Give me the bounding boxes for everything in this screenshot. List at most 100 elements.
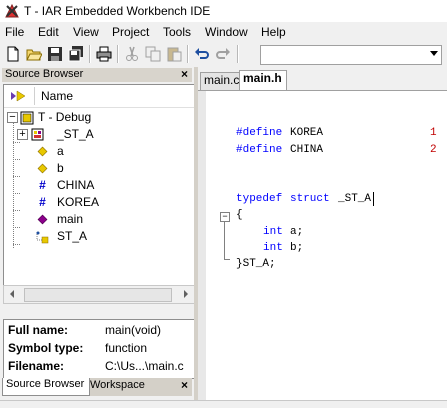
text-cursor [373, 192, 374, 206]
code-editor[interactable]: #define KOREA 1 #define CHINA 2 typedef … [198, 90, 447, 401]
source-browser-tree: Name − T - Debug + _ST_A a b # CHINA # K… [3, 84, 195, 286]
tree-item-variable-b[interactable]: b [4, 160, 194, 177]
new-file-icon[interactable] [5, 46, 21, 62]
full-name-value: main(void) [105, 323, 162, 337]
close-icon[interactable]: × [181, 67, 188, 81]
tree-item-label: CHINA [57, 178, 95, 192]
macro-hash-icon: # [39, 178, 46, 192]
variable-diamond-icon [37, 163, 48, 174]
menu-tools[interactable]: Tools [163, 25, 191, 39]
tree-item-macro-korea[interactable]: # KOREA [4, 194, 194, 211]
iar-app-icon [5, 3, 19, 18]
chevron-down-icon[interactable] [430, 51, 438, 56]
symbol-type-value: function [105, 341, 148, 355]
tree-expand-icon[interactable]: + [17, 129, 28, 140]
column-name-label: Name [41, 89, 74, 103]
close-icon[interactable]: × [181, 378, 188, 392]
code-identifier: b; [290, 242, 304, 254]
tree-item-variable-a[interactable]: a [4, 143, 194, 160]
scroll-left-icon[interactable] [5, 287, 20, 301]
tree-item-project[interactable]: − T - Debug [4, 109, 194, 126]
menu-bar: File Edit View Project Tools Window Help [0, 22, 447, 42]
code-number: 1 [430, 127, 437, 139]
scroll-right-icon[interactable] [178, 287, 193, 301]
toolbar [0, 42, 447, 68]
tree-item-label: b [57, 161, 64, 175]
tree-item-struct[interactable]: + _ST_A [4, 126, 194, 143]
code-keyword: typedef [236, 193, 283, 205]
code-brace: { [236, 209, 243, 221]
menu-file[interactable]: File [5, 25, 24, 39]
sort-filter-icon[interactable] [10, 89, 26, 103]
tree-item-typedef[interactable]: ST_A [4, 228, 194, 245]
undo-icon[interactable] [194, 46, 210, 62]
save-all-icon[interactable] [68, 46, 84, 62]
column-divider [34, 87, 35, 105]
tree-item-label: T - Debug [38, 110, 92, 124]
tree-collapse-icon[interactable]: − [7, 112, 18, 123]
source-browser-pane: Source Browser × Name − T - Debug + _ST_… [0, 67, 195, 400]
code-identifier: }ST_A; [236, 258, 276, 270]
source-browser-title: Source Browser [5, 68, 84, 80]
tab-main-h[interactable]: main.h [239, 70, 287, 90]
variable-diamond-icon [37, 146, 48, 157]
symbol-type-label: Symbol type: [8, 341, 84, 355]
code-identifier: a; [290, 226, 304, 238]
struct-icon [31, 128, 44, 141]
code-identifier: CHINA [290, 144, 324, 156]
tree-horizontal-scrollbar[interactable] [3, 285, 195, 304]
project-icon [20, 111, 34, 125]
cut-icon[interactable] [124, 46, 140, 62]
copy-icon[interactable] [145, 46, 161, 62]
left-pane-tabs: Source Browser Workspace × [2, 378, 192, 396]
tree-item-label: a [57, 144, 64, 158]
scroll-thumb[interactable] [24, 288, 172, 302]
find-combo-box[interactable] [260, 45, 442, 65]
toolbar-separator [237, 45, 239, 63]
macro-hash-icon: # [39, 195, 46, 209]
tree-item-label: ST_A [57, 229, 88, 243]
filename-label: Filename: [8, 359, 65, 373]
menu-edit[interactable]: Edit [38, 25, 59, 39]
tab-source-browser[interactable]: Source Browser [2, 378, 90, 396]
code-keyword: #define [236, 127, 283, 139]
toolbar-separator [89, 45, 91, 63]
menu-window[interactable]: Window [205, 25, 248, 39]
tree-item-label: main [57, 212, 84, 226]
filename-value: C:\Us...\main.c [105, 359, 184, 373]
code-identifier: _ST_A [338, 193, 372, 205]
code-keyword: struct [290, 193, 330, 205]
tree-item-macro-china[interactable]: # CHINA [4, 177, 194, 194]
save-icon[interactable] [47, 46, 63, 62]
editor-margin [198, 91, 206, 401]
open-folder-icon[interactable] [26, 46, 42, 62]
tree-item-label: _ST_A [57, 127, 94, 141]
tree-item-function-main[interactable]: main [4, 211, 194, 228]
tree-column-header[interactable]: Name [4, 85, 194, 108]
fold-guide-end [224, 259, 230, 260]
fold-guide-line [224, 222, 225, 260]
window-title: T - IAR Embedded Workbench IDE [24, 4, 211, 18]
tab-main-c[interactable]: main.c [200, 72, 241, 90]
tab-workspace[interactable]: Workspace [90, 379, 145, 396]
toolbar-separator [117, 45, 119, 63]
paste-icon[interactable] [166, 46, 182, 62]
tree-item-label: KOREA [57, 195, 100, 209]
function-diamond-icon [37, 214, 48, 225]
symbol-info-panel: Full name: main(void) Symbol type: funct… [3, 319, 195, 379]
print-icon[interactable] [96, 46, 112, 62]
title-bar: T - IAR Embedded Workbench IDE [0, 0, 447, 22]
toolbar-separator [187, 45, 189, 63]
menu-project[interactable]: Project [112, 25, 149, 39]
menu-help[interactable]: Help [261, 25, 286, 39]
code-keyword: int [263, 226, 283, 238]
menu-view[interactable]: View [73, 25, 99, 39]
code-identifier: KOREA [290, 127, 324, 139]
code-keyword: int [263, 242, 283, 254]
redo-icon[interactable] [215, 46, 231, 62]
fold-collapse-icon[interactable]: − [220, 212, 230, 222]
source-browser-header: Source Browser × [2, 67, 192, 82]
code-number: 2 [430, 144, 437, 156]
editor-tabs: main.c main.h [198, 70, 447, 90]
editor-pane: main.c main.h #define KOREA 1 #define CH… [198, 67, 447, 401]
